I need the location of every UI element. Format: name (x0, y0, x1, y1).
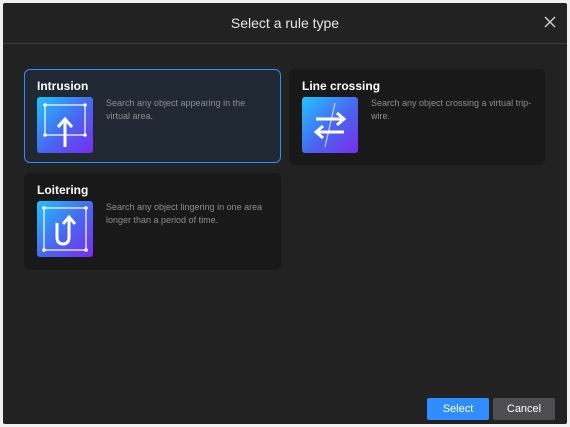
intrusion-icon (37, 97, 93, 153)
rule-title-loitering: Loitering (37, 183, 89, 197)
dialog-title: Select a rule type (230, 15, 340, 31)
rule-title-line-crossing: Line crossing (302, 79, 381, 93)
rule-card-line-crossing[interactable]: Line crossing Search any object crossing… (289, 69, 545, 165)
rule-desc-loitering: Search any object lingering in one area … (106, 202, 263, 225)
rule-card-intrusion[interactable]: Intrusion Search any object appearing in… (24, 69, 281, 163)
rule-desc-line-crossing: Search any object crossing a virtual tri… (371, 98, 532, 121)
close-icon[interactable] (541, 13, 559, 31)
cancel-button[interactable]: Cancel (493, 398, 555, 420)
rule-card-loitering[interactable]: Loitering Search any object lingering in… (24, 173, 281, 270)
select-rule-dialog: Select a rule type Intrusion Search any … (3, 3, 567, 424)
dialog-header: Select a rule type (3, 3, 567, 44)
line-crossing-icon (302, 97, 358, 153)
select-button[interactable]: Select (427, 398, 489, 420)
rule-title-intrusion: Intrusion (37, 79, 89, 93)
rule-desc-intrusion: Search any object appearing in the virtu… (106, 98, 246, 121)
loitering-icon (37, 201, 93, 257)
